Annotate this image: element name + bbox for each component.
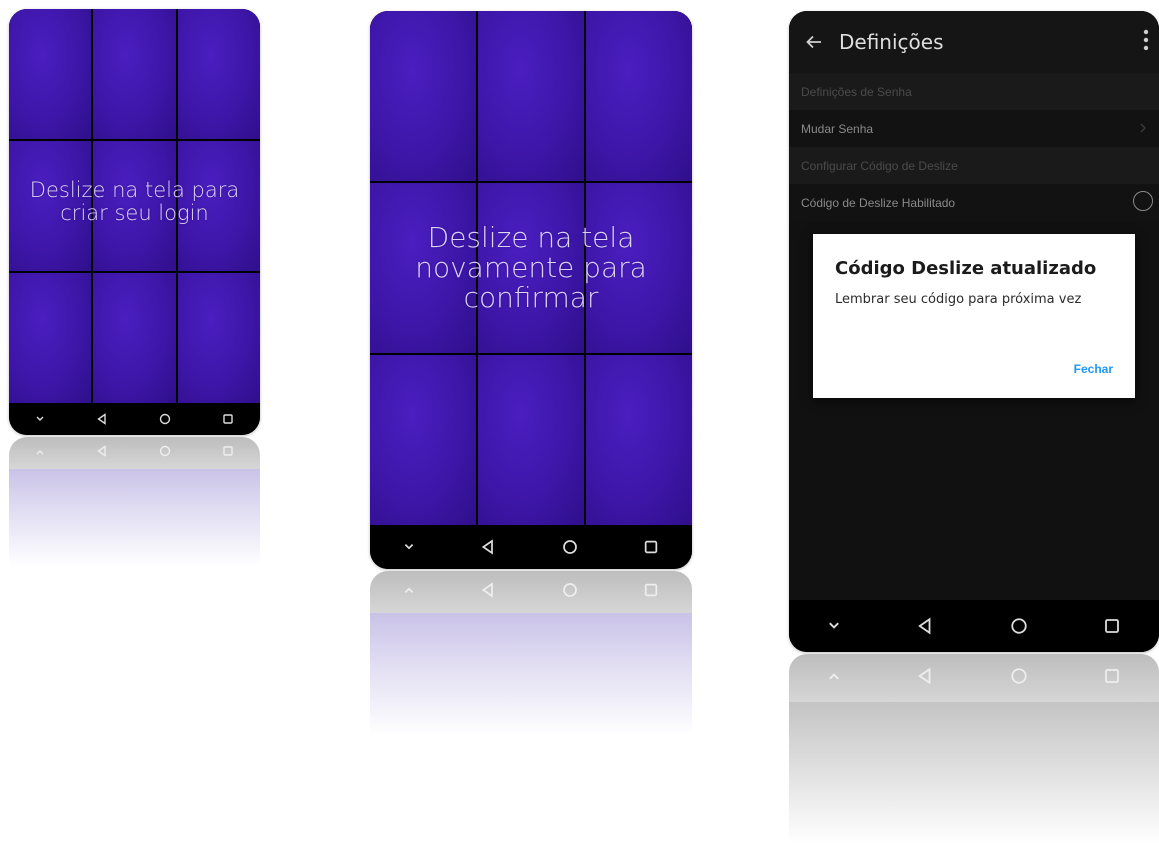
- system-navbar: [789, 600, 1159, 652]
- settings-screen: Definições Definições de Senha Mudar Sen…: [789, 11, 1159, 600]
- app-bar: Definições: [789, 11, 1159, 73]
- grid-cell: [93, 273, 176, 403]
- home-circle-icon: [159, 444, 171, 462]
- recents-square-icon[interactable]: [222, 413, 234, 425]
- back-triangle-icon[interactable]: [480, 539, 496, 555]
- home-circle-icon: [562, 582, 578, 603]
- recents-square-icon: [643, 582, 659, 603]
- phone-create-login: Deslize na tela para criar seu login: [9, 9, 260, 435]
- phone-reflection: [9, 437, 260, 567]
- swipe-instruction: Deslize na tela novamente para confirmar: [415, 221, 647, 315]
- section-header-label: Definições de Senha: [801, 84, 912, 99]
- phone-confirm-login: Deslize na tela novamente para confirmar: [370, 11, 692, 569]
- settings-item-change-password[interactable]: Mudar Senha: [789, 110, 1159, 147]
- back-triangle-icon: [480, 581, 496, 603]
- back-triangle-icon[interactable]: [916, 617, 934, 635]
- radio-toggle[interactable]: [1133, 191, 1153, 211]
- chevron-up-icon: [35, 444, 45, 462]
- home-circle-icon: [1010, 667, 1028, 690]
- home-circle-icon[interactable]: [562, 539, 578, 555]
- grid-cell: [177, 273, 260, 403]
- phone-reflection: [789, 654, 1159, 844]
- back-arrow-icon[interactable]: [789, 35, 839, 49]
- grid-cell: [586, 11, 692, 181]
- system-navbar: [370, 525, 692, 569]
- grid-cell: [9, 273, 92, 403]
- settings-item-label: Código de Deslize Habilitado: [801, 195, 956, 210]
- grid-cell: [478, 355, 584, 525]
- swipe-instruction: Deslize na tela para criar seu login: [29, 178, 240, 225]
- system-navbar: [9, 403, 260, 435]
- chevron-down-icon[interactable]: [827, 619, 841, 633]
- phone-reflection: [370, 571, 692, 736]
- back-triangle-icon: [916, 667, 934, 690]
- recents-square-icon[interactable]: [1103, 617, 1121, 635]
- settings-item-swipe-enabled[interactable]: Código de Deslize Habilitado: [789, 184, 1159, 221]
- dialog-message: Lembrar seu código para próxima vez: [835, 292, 1082, 307]
- recents-square-icon: [1103, 667, 1121, 690]
- chevron-right-icon: [1137, 122, 1149, 134]
- section-header: Configurar Código de Deslize: [789, 147, 1159, 184]
- chevron-down-icon[interactable]: [35, 414, 45, 424]
- home-circle-icon[interactable]: [1010, 617, 1028, 635]
- grid-cell: [370, 355, 476, 525]
- grid-cell: [9, 9, 92, 139]
- chevron-up-icon: [827, 669, 841, 688]
- grid-cell: [478, 11, 584, 181]
- grid-cell: [370, 11, 476, 181]
- section-header-label: Configurar Código de Deslize: [801, 158, 958, 173]
- recents-square-icon[interactable]: [643, 539, 659, 555]
- page-title: Definições: [839, 30, 944, 54]
- grid-cell: [177, 9, 260, 139]
- phone-settings: Definições Definições de Senha Mudar Sen…: [789, 11, 1159, 652]
- recents-square-icon: [222, 444, 234, 462]
- home-circle-icon[interactable]: [159, 413, 171, 425]
- grid-cell: [93, 9, 176, 139]
- settings-item-label: Mudar Senha: [801, 121, 874, 136]
- chevron-down-icon[interactable]: [403, 541, 415, 553]
- back-triangle-icon: [96, 444, 108, 462]
- chevron-up-icon: [403, 583, 415, 601]
- section-header: Definições de Senha: [789, 73, 1159, 110]
- back-triangle-icon[interactable]: [96, 413, 108, 425]
- more-vert-icon[interactable]: [1143, 29, 1149, 56]
- dialog-title: Código Deslize atualizado: [835, 258, 1097, 279]
- close-button[interactable]: Fechar: [1074, 362, 1113, 376]
- grid-cell: [586, 355, 692, 525]
- confirmation-dialog: Código Deslize atualizado Lembrar seu có…: [813, 234, 1135, 398]
